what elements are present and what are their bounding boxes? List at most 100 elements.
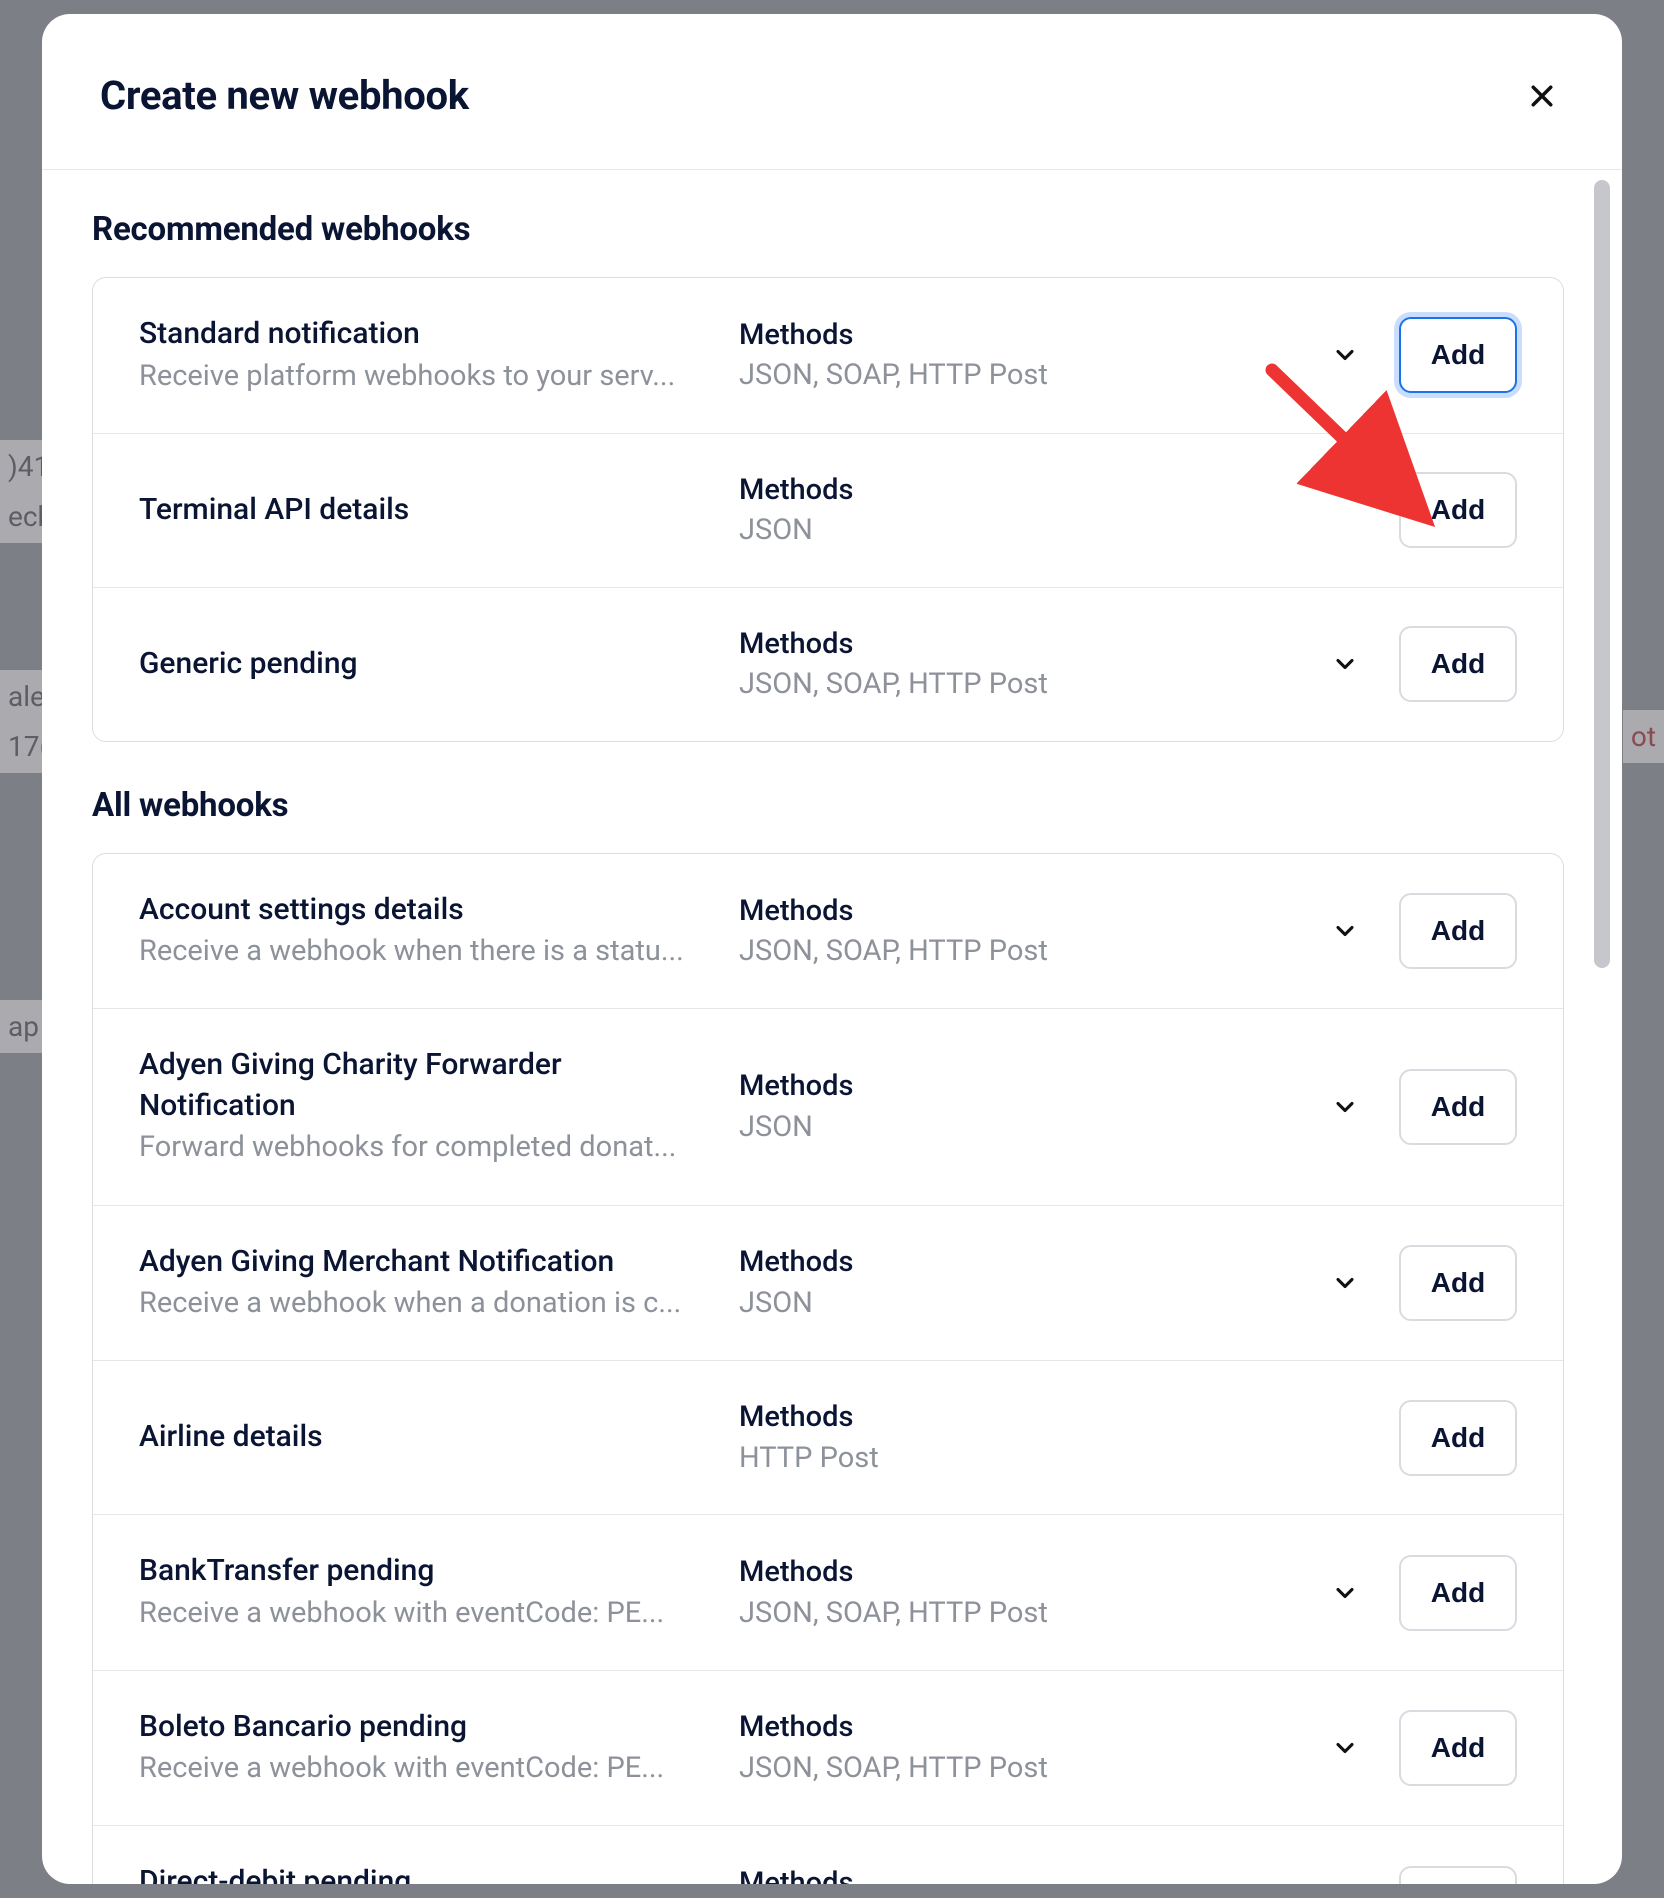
webhook-actions: Add [1323, 1710, 1517, 1786]
webhook-row: Terminal API details MethodsJSON Add [93, 433, 1563, 587]
add-button[interactable]: Add [1399, 1245, 1517, 1321]
add-button[interactable]: Add [1399, 1710, 1517, 1786]
webhook-description: Forward webhooks for completed donat... [139, 1126, 709, 1168]
modal-body-scroll[interactable]: Recommended webhooks Standard notificati… [42, 170, 1622, 1884]
add-button[interactable]: Add [1399, 626, 1517, 702]
webhook-row: Generic pending MethodsJSON, SOAP, HTTP P… [93, 587, 1563, 741]
webhook-title: Account settings details [139, 890, 709, 931]
methods-label: Methods [739, 1397, 1293, 1438]
create-webhook-modal: Create new webhook Recommended webhooks … [42, 14, 1622, 1884]
methods-label: Methods [739, 891, 1293, 932]
webhook-methods: MethodsJSON [739, 470, 1293, 551]
modal-header: Create new webhook [42, 14, 1622, 170]
add-button[interactable]: Add [1399, 1400, 1517, 1476]
webhook-methods: MethodsJSON, SOAP, HTTP Post [739, 1863, 1293, 1884]
webhook-info: BankTransfer pendingReceive a webhook wi… [139, 1551, 709, 1634]
expand-toggle[interactable] [1323, 1726, 1367, 1770]
all-webhooks-list: Account settings details Receive a webhoo… [92, 853, 1564, 1884]
section-heading-all: All webhooks [92, 786, 1564, 825]
webhook-title: Adyen Giving Merchant Notification [139, 1242, 709, 1283]
webhook-row: Standard notificationReceive platform we… [93, 278, 1563, 433]
webhook-row: Airline details MethodsHTTP Post Add [93, 1360, 1563, 1514]
webhook-actions: Add [1323, 1245, 1517, 1321]
webhook-methods: MethodsJSON, SOAP, HTTP Post [739, 1552, 1293, 1633]
webhook-info: Account settings detailsReceive a webhoo… [139, 890, 709, 973]
webhook-methods: MethodsHTTP Post [739, 1397, 1293, 1478]
webhook-info: Terminal API details [139, 490, 709, 531]
add-button[interactable]: Add [1399, 317, 1517, 393]
add-button[interactable]: Add [1399, 1866, 1517, 1884]
webhook-row: BankTransfer pendingReceive a webhook wi… [93, 1514, 1563, 1670]
webhook-methods: MethodsJSON, SOAP, HTTP Post [739, 315, 1293, 396]
methods-value: JSON [739, 1107, 1293, 1148]
methods-label: Methods [739, 1863, 1293, 1884]
webhook-actions: Add [1323, 1069, 1517, 1145]
webhook-methods: MethodsJSON, SOAP, HTTP Post [739, 1707, 1293, 1788]
webhook-actions: Add [1323, 626, 1517, 702]
methods-value: JSON, SOAP, HTTP Post [739, 664, 1293, 705]
add-button[interactable]: Add [1399, 472, 1517, 548]
webhook-actions: Add [1323, 1866, 1517, 1884]
webhook-row: Adyen Giving Merchant NotificationReceiv… [93, 1205, 1563, 1361]
webhook-title: Standard notification [139, 314, 709, 355]
chevron-down-icon [1331, 1093, 1359, 1121]
methods-label: Methods [739, 1552, 1293, 1593]
webhook-row: Direct-debit pendingReceive a webhook wi… [93, 1825, 1563, 1884]
add-button[interactable]: Add [1399, 893, 1517, 969]
chevron-down-icon [1331, 1269, 1359, 1297]
webhook-info: Adyen Giving Charity Forwarder Notificat… [139, 1045, 709, 1168]
webhook-info: Generic pending [139, 644, 709, 685]
close-button[interactable] [1520, 74, 1564, 118]
chevron-down-icon [1331, 917, 1359, 945]
expand-toggle[interactable] [1323, 642, 1367, 686]
webhook-info: Standard notificationReceive platform we… [139, 314, 709, 397]
webhook-info: Direct-debit pendingReceive a webhook wi… [139, 1862, 709, 1884]
add-button[interactable]: Add [1399, 1555, 1517, 1631]
methods-value: JSON, SOAP, HTTP Post [739, 355, 1293, 396]
methods-label: Methods [739, 1066, 1293, 1107]
close-icon [1527, 81, 1557, 111]
webhook-info: Boleto Bancario pendingReceive a webhook… [139, 1707, 709, 1790]
webhook-actions: Add [1323, 317, 1517, 393]
methods-value: JSON [739, 510, 1293, 551]
section-heading-recommended: Recommended webhooks [92, 210, 1564, 249]
webhook-methods: MethodsJSON, SOAP, HTTP Post [739, 624, 1293, 705]
expand-toggle[interactable] [1323, 1085, 1367, 1129]
add-button[interactable]: Add [1399, 1069, 1517, 1145]
webhook-actions: Add [1323, 893, 1517, 969]
webhook-title: Boleto Bancario pending [139, 1707, 709, 1748]
expand-toggle[interactable] [1323, 909, 1367, 953]
methods-value: JSON, SOAP, HTTP Post [739, 931, 1293, 972]
webhook-methods: MethodsJSON, SOAP, HTTP Post [739, 891, 1293, 972]
expand-toggle[interactable] [1323, 1261, 1367, 1305]
methods-label: Methods [739, 624, 1293, 665]
methods-value: JSON [739, 1283, 1293, 1324]
methods-value: JSON, SOAP, HTTP Post [739, 1748, 1293, 1789]
expand-toggle[interactable] [1323, 1882, 1367, 1884]
webhook-description: Receive platform webhooks to your serv..… [139, 355, 709, 397]
expand-toggle[interactable] [1323, 1571, 1367, 1615]
modal-title: Create new webhook [100, 72, 469, 119]
webhook-methods: MethodsJSON [739, 1242, 1293, 1323]
webhook-actions: Add [1323, 472, 1517, 548]
webhook-title: Adyen Giving Charity Forwarder Notificat… [139, 1045, 709, 1126]
chevron-down-icon [1331, 1734, 1359, 1762]
webhook-title: Airline details [139, 1417, 709, 1458]
methods-label: Methods [739, 315, 1293, 356]
webhook-title: BankTransfer pending [139, 1551, 709, 1592]
webhook-row: Account settings detailsReceive a webhoo… [93, 854, 1563, 1009]
scrollbar-thumb[interactable] [1594, 180, 1610, 968]
methods-value: HTTP Post [739, 1438, 1293, 1479]
webhook-info: Airline details [139, 1417, 709, 1458]
webhook-description: Receive a webhook when a donation is c..… [139, 1282, 709, 1324]
webhook-info: Adyen Giving Merchant NotificationReceiv… [139, 1242, 709, 1325]
chevron-down-icon [1331, 650, 1359, 678]
webhook-row: Adyen Giving Charity Forwarder Notificat… [93, 1008, 1563, 1204]
methods-value: JSON, SOAP, HTTP Post [739, 1593, 1293, 1634]
webhook-methods: MethodsJSON [739, 1066, 1293, 1147]
webhook-title: Generic pending [139, 644, 709, 685]
webhook-title: Direct-debit pending [139, 1862, 709, 1884]
expand-toggle[interactable] [1323, 333, 1367, 377]
recommended-webhooks-list: Standard notificationReceive platform we… [92, 277, 1564, 742]
webhook-row: Boleto Bancario pendingReceive a webhook… [93, 1670, 1563, 1826]
